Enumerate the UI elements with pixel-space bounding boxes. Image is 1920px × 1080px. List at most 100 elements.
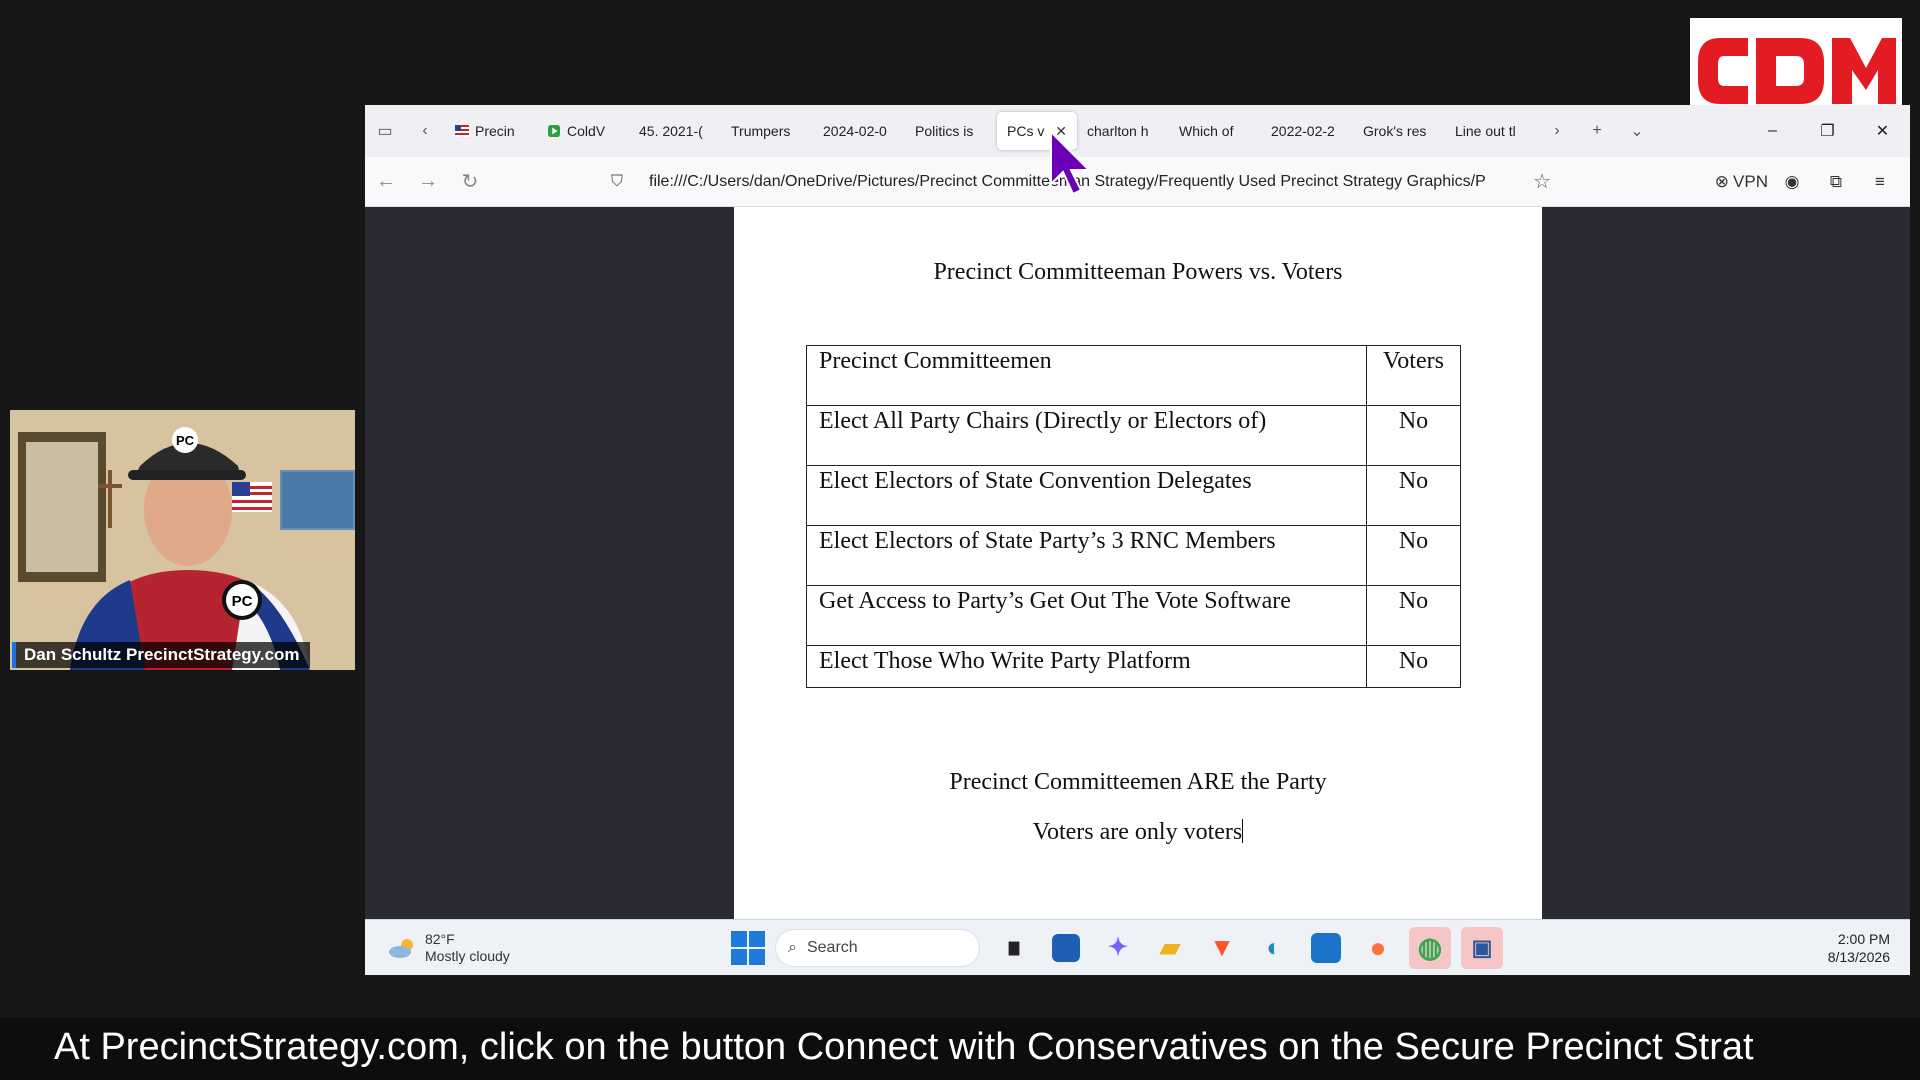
presenter-video: PC PC [10, 410, 355, 670]
tab-label: Precin [475, 123, 515, 139]
extensions-icon[interactable]: ⧉ [1816, 164, 1856, 200]
tab-label: charlton h [1087, 123, 1149, 139]
weather-desc: Mostly cloudy [425, 947, 510, 964]
pinned-apps: ▇ ✦ ▰ ▼ ◐ ● ◍ ▣ [988, 926, 1508, 969]
presenter-name-label: Dan Schultz PrecinctStrategy.com [12, 642, 310, 668]
tab-2024-02[interactable]: 2024-02-0 [813, 112, 905, 150]
footer-line-2[interactable]: Voters are only voters [734, 819, 1542, 846]
tab-45-2021[interactable]: 45. 2021-( [629, 112, 721, 150]
new-tab-icon[interactable]: + [1577, 111, 1617, 151]
weather-widget[interactable]: 82°F Mostly cloudy [387, 931, 687, 965]
tab-overview-icon[interactable]: ▭ [365, 111, 405, 151]
minimize-icon[interactable]: – [1745, 111, 1800, 151]
footer-line-1: Precinct Committeemen ARE the Party [949, 769, 1327, 795]
task-view-icon[interactable]: ▇ [993, 927, 1035, 969]
table-cell-power: Elect Electors of State Convention Deleg… [806, 465, 1367, 526]
table-row: Elect Electors of State Convention Deleg… [806, 465, 1461, 526]
tab-label: 45. 2021-( [639, 123, 703, 139]
text-caret [1242, 819, 1244, 843]
browser-window: ▭ ‹ Precin ColdV 45. 2021-( Trumpers 202… [365, 105, 1910, 975]
file-explorer-icon[interactable]: ▰ [1149, 927, 1191, 969]
footer-line-2-text: Voters are only voters [1032, 819, 1243, 845]
tab-label: Which of [1179, 123, 1234, 139]
tab-trumpers[interactable]: Trumpers [721, 112, 813, 150]
clock-time: 2:00 PM [1837, 930, 1890, 947]
table-row: Get Access to Party’s Get Out The Vote S… [806, 585, 1461, 646]
window-controls: – ❐ ✕ [1745, 111, 1910, 151]
system-clock[interactable]: 2:00 PM 8/13/2026 [1828, 930, 1890, 966]
tab-bar: ▭ ‹ Precin ColdV 45. 2021-( Trumpers 202… [365, 105, 1910, 157]
table-cell-voters: No [1366, 465, 1461, 526]
cloudy-weather-icon [389, 938, 413, 958]
table-cell-voters: No [1366, 585, 1461, 646]
reload-icon[interactable]: ↻ [449, 164, 491, 200]
table-header-row: Precinct Committeemen Voters [806, 345, 1461, 406]
webcam-feed: PC PC [10, 410, 355, 670]
table-row: Elect Those Who Write Party Platform No [806, 645, 1461, 688]
table-cell-voters: No [1366, 525, 1461, 586]
vpn-button[interactable]: ⊗ VPN [1715, 164, 1768, 200]
tab-which-of[interactable]: Which of [1169, 112, 1261, 150]
scroll-tabs-left-icon[interactable]: ‹ [405, 111, 445, 151]
bookmark-star-icon[interactable]: ☆ [1533, 169, 1551, 194]
back-icon[interactable]: ← [365, 164, 407, 200]
bottom-ticker: At PrecinctStrategy.com, click on the bu… [0, 1018, 1920, 1080]
word-icon[interactable]: ▣ [1461, 926, 1503, 969]
vpn-label: VPN [1733, 171, 1768, 191]
navigation-bar: ← → ↻ ⛉ file:///C:/Users/dan/OneDrive/Pi… [365, 157, 1910, 207]
tab-label: Line out tl [1455, 123, 1516, 139]
tab-politics-is[interactable]: Politics is [905, 112, 997, 150]
table-cell-power: Get Access to Party’s Get Out The Vote S… [806, 585, 1367, 646]
forward-icon[interactable]: → [407, 164, 449, 200]
tab-line-out[interactable]: Line out tl [1445, 112, 1537, 150]
tab-2022-02[interactable]: 2022-02-2 [1261, 112, 1353, 150]
table-cell-power: Elect Those Who Write Party Platform [806, 645, 1367, 688]
table-cell-power: Elect Electors of State Party’s 3 RNC Me… [806, 525, 1367, 586]
vpn-icon: ⊗ [1714, 171, 1730, 191]
weather-text: 82°F Mostly cloudy [425, 931, 510, 965]
play-icon [548, 125, 560, 137]
brave-browser-icon[interactable]: ▼ [1201, 927, 1243, 969]
clock-date: 8/13/2026 [1827, 948, 1890, 965]
tab-label: ColdV [567, 123, 606, 139]
powers-table: Precinct Committeemen Voters Elect All P… [806, 345, 1461, 688]
taskbar-search[interactable]: ⌕ Search [775, 928, 980, 967]
firefox-icon[interactable]: ● [1357, 927, 1399, 969]
document-page: Precinct Committeeman Powers vs. Voters … [734, 207, 1542, 919]
store-icon[interactable] [1052, 933, 1080, 962]
tab-label: Grok's res [1363, 123, 1427, 139]
table-row: Elect All Party Chairs (Directly or Elec… [806, 405, 1461, 466]
restore-icon[interactable]: ❐ [1800, 111, 1855, 151]
windows-taskbar: 82°F Mostly cloudy ⌕ Search ▇ ✦ ▰ ▼ ◐ ● … [365, 919, 1910, 975]
tab-coldv[interactable]: ColdV [537, 112, 629, 150]
copilot-icon[interactable]: ✦ [1097, 927, 1139, 969]
tab-precin[interactable]: Precin [445, 112, 537, 150]
document-title: Precinct Committeeman Powers vs. Voters [933, 259, 1343, 285]
tab-groks-res[interactable]: Grok's res [1353, 112, 1445, 150]
account-icon[interactable]: ◉ [1772, 164, 1812, 200]
menu-icon[interactable]: ≡ [1860, 164, 1900, 200]
stream-frame: PC PC Dan Schultz PrecinctStrategy.com ▭… [0, 0, 1920, 1080]
chrome-icon[interactable]: ◍ [1409, 926, 1451, 969]
tab-list-chevron-icon[interactable]: ⌄ [1617, 111, 1657, 151]
search-icon: ⌕ [788, 938, 797, 956]
hat-logo-text: PC [176, 433, 195, 448]
tab-label: 2024-02-0 [823, 123, 887, 139]
table-cell-voters: No [1366, 645, 1461, 688]
shirt-logo-text: PC [232, 593, 253, 610]
windows-start-icon[interactable] [731, 930, 765, 965]
close-window-icon[interactable]: ✕ [1855, 111, 1910, 151]
shield-icon[interactable]: ⛉ [611, 173, 633, 191]
table-row: Elect Electors of State Party’s 3 RNC Me… [806, 525, 1461, 586]
weather-temp: 82°F [425, 930, 455, 947]
table-cell-voters: No [1366, 405, 1461, 466]
search-placeholder: Search [806, 938, 858, 956]
table-cell-power: Elect All Party Chairs (Directly or Elec… [806, 405, 1367, 466]
header-committeemen: Precinct Committeemen [806, 345, 1367, 406]
tab-label: PCs v [1007, 123, 1045, 139]
edge-browser-icon[interactable]: ◐ [1253, 927, 1295, 969]
dell-icon[interactable] [1311, 932, 1341, 963]
flag-icon [455, 125, 469, 137]
page-viewport: Precinct Committeeman Powers vs. Voters … [365, 207, 1910, 919]
scroll-tabs-right-icon[interactable]: › [1537, 111, 1577, 151]
